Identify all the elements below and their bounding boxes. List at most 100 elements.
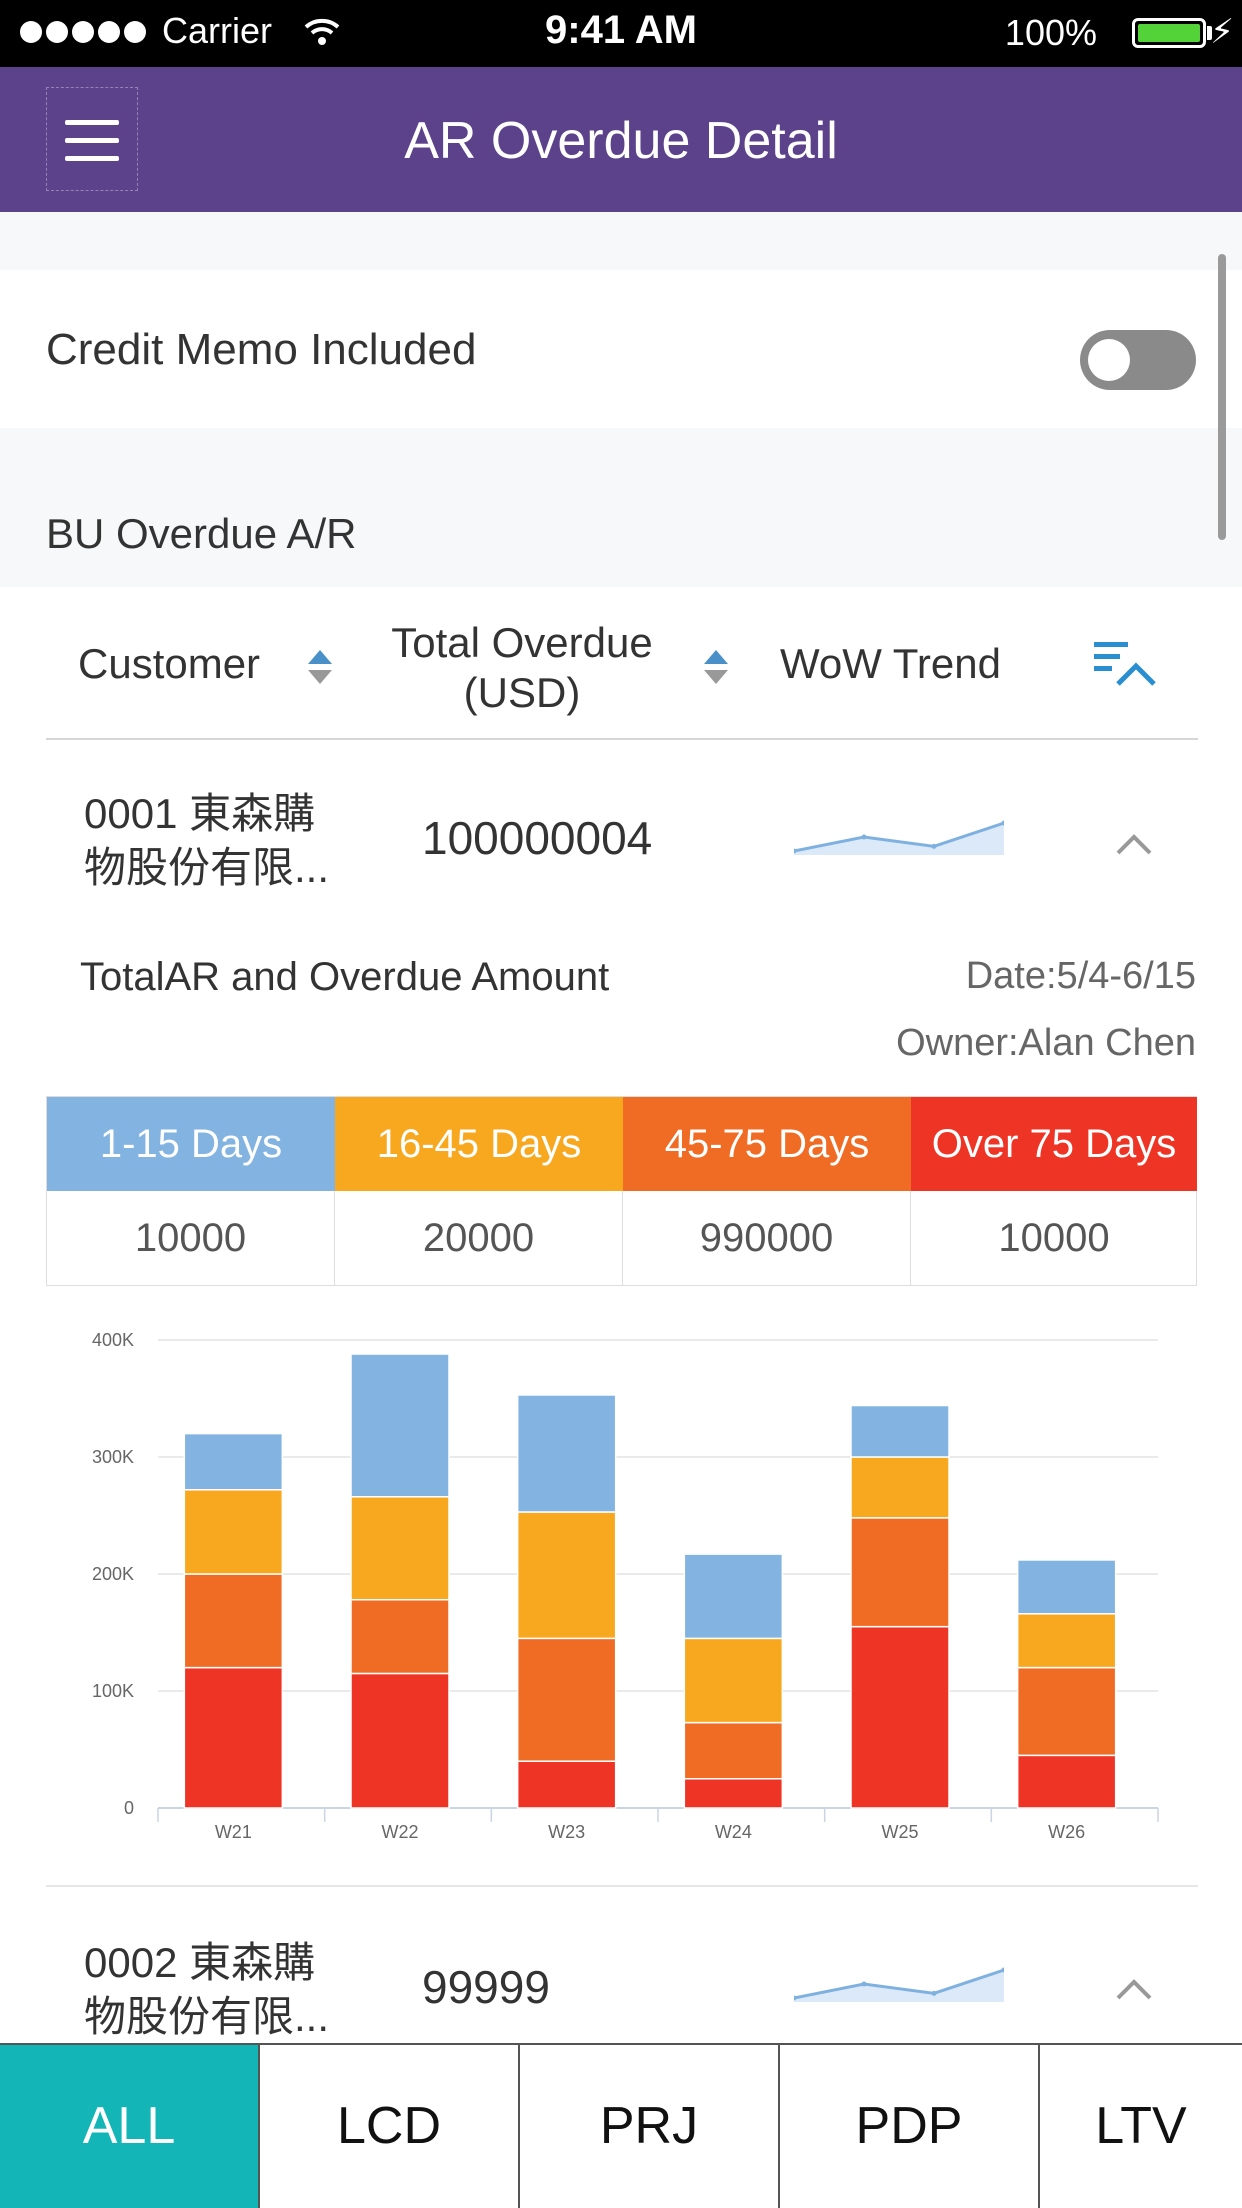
detail-date: Date:5/4-6/15 [965,955,1196,997]
row-divider [46,1885,1198,1887]
aging-header-1-15: 1-15 Days [47,1097,335,1191]
bar-segment [516,1394,617,1513]
aging-label: Over 75 Days [931,1122,1177,1166]
tab-all[interactable]: ALL [0,2045,260,2208]
aging-value: 10000 [47,1191,335,1286]
collapse-all-icon[interactable] [1094,640,1158,686]
bar-segment [1016,1613,1117,1669]
bar-segment [1016,1559,1117,1615]
overdue-amount: 99999 [422,1961,550,2013]
status-bar: Carrier 9:41 AM 100% ⚡︎ [0,0,1242,67]
sparkline-area [794,823,1004,855]
charging-bolt-icon: ⚡︎ [1210,13,1234,51]
table-row[interactable]: 0001 東森購 物股份有限... 100000004 [0,745,1242,905]
sparkline-point [861,834,867,840]
bar-segment [183,1666,284,1809]
customer-name-line1: 0002 東森購 [84,1939,316,1986]
sparkline-point [931,843,937,849]
tab-lcd[interactable]: LCD [260,2045,520,2208]
aging-header-45-75: 45-75 Days [623,1097,911,1191]
x-tick-label: W24 [715,1822,752,1842]
toggle-knob [1088,339,1130,381]
bar-segment [183,1489,284,1575]
tab-prj[interactable]: PRJ [520,2045,780,2208]
collapse-chevron-icon[interactable] [1116,1972,1152,2008]
y-tick-label: 400K [92,1330,134,1350]
aging-label: 16-45 Days [376,1122,582,1166]
aging-header-16-45: 16-45 Days [335,1097,623,1191]
aging-value: 990000 [623,1191,911,1286]
scrollbar[interactable] [1218,254,1226,540]
bar-segment [350,1598,450,1675]
overdue-amount: 100000004 [422,812,653,864]
tab-ltv[interactable]: LTV [1040,2045,1242,2208]
bar-segment [683,1721,784,1780]
customer-name-line2: 物股份有限... [84,844,330,891]
customer-name-line1: 0001 東森購 [84,790,316,837]
bar-segment [683,1637,784,1724]
header-total-overdue[interactable]: Total Overdue (USD) [372,618,672,718]
bar-segment [350,1496,450,1601]
wow-trend-sparkline [794,1967,1004,2002]
stacked-bar-chart: 0 100K 200K 300K 400K W21 W22 W23 W24 W25 W26 [92,1330,1159,1842]
aging-header-over-75: Over 75 Days [911,1097,1197,1191]
tab-pdp[interactable]: PDP [780,2045,1040,2208]
bar-segment [350,1353,450,1498]
bar-segment [516,1760,617,1809]
bar-segment [350,1672,450,1809]
bar-segment [516,1511,617,1640]
bar-segment [850,1456,950,1519]
sparkline-area [794,1970,1004,2002]
section-title: BU Overdue A/R [46,510,357,557]
aging-value: 20000 [335,1191,623,1286]
battery-percent: 100% [1004,12,1097,53]
tab-bar: ALL LCD PRJ PDP LTV [0,2043,1242,2208]
bar-segment [1016,1666,1117,1757]
x-tick-label: W23 [548,1822,585,1842]
nav-bar: AR Overdue Detail [0,67,1242,212]
page-title: AR Overdue Detail [404,112,838,170]
aging-label: 1-15 Days [99,1122,283,1166]
customer-name-line2: 物股份有限... [84,1993,330,2040]
x-tick-label: W22 [381,1822,418,1842]
credit-memo-toggle[interactable] [1080,330,1196,390]
bar-segment [850,1625,950,1809]
header-divider [46,738,1198,740]
sort-customer-icon[interactable] [308,650,332,686]
bar-segment [683,1778,784,1809]
bar-segment [1016,1754,1117,1809]
header-total-overdue-line1: Total Overdue [391,619,653,666]
collapse-chevron-icon[interactable] [1116,827,1152,863]
y-tick-label: 100K [92,1681,134,1701]
sparkline-point [931,1990,937,1996]
header-wow-trend: WoW Trend [780,640,1001,687]
bar-segment [183,1573,284,1669]
aging-table: 1-15 Days 16-45 Days 45-75 Days Over 75 … [46,1096,1197,1286]
bar-segment [516,1637,617,1762]
bar-segment [850,1404,950,1458]
header-customer[interactable]: Customer [78,640,260,688]
customer-name: 0001 東森購 物股份有限... [84,787,384,895]
aging-value: 10000 [998,1216,1110,1260]
bar-segment [850,1517,950,1628]
y-tick-label: 200K [92,1564,134,1584]
detail-owner: Owner:Alan Chen [896,1022,1196,1064]
header-total-overdue-line2: (USD) [463,669,581,716]
battery-icon [1132,18,1206,48]
y-tick-label: 0 [124,1798,134,1818]
x-tick-label: W25 [881,1822,918,1842]
sparkline-point [861,1981,867,1987]
credit-memo-label: Credit Memo Included [46,325,477,374]
customer-name: 0002 東森購 物股份有限... [84,1936,384,2044]
bar-segment [683,1553,784,1640]
sort-total-icon[interactable] [704,650,728,686]
x-tick-label: W21 [215,1822,252,1842]
credit-memo-row: Credit Memo Included [0,270,1242,428]
wow-trend-sparkline [794,820,1004,855]
aging-label: 45-75 Days [664,1122,870,1166]
y-tick-label: 300K [92,1447,134,1467]
detail-title: TotalAR and Overdue Amount [80,955,610,999]
x-tick-label: W26 [1048,1822,1085,1842]
bar-segment [183,1432,284,1491]
table-row[interactable]: 0002 東森購 物股份有限... 99999 [0,1890,1242,2040]
